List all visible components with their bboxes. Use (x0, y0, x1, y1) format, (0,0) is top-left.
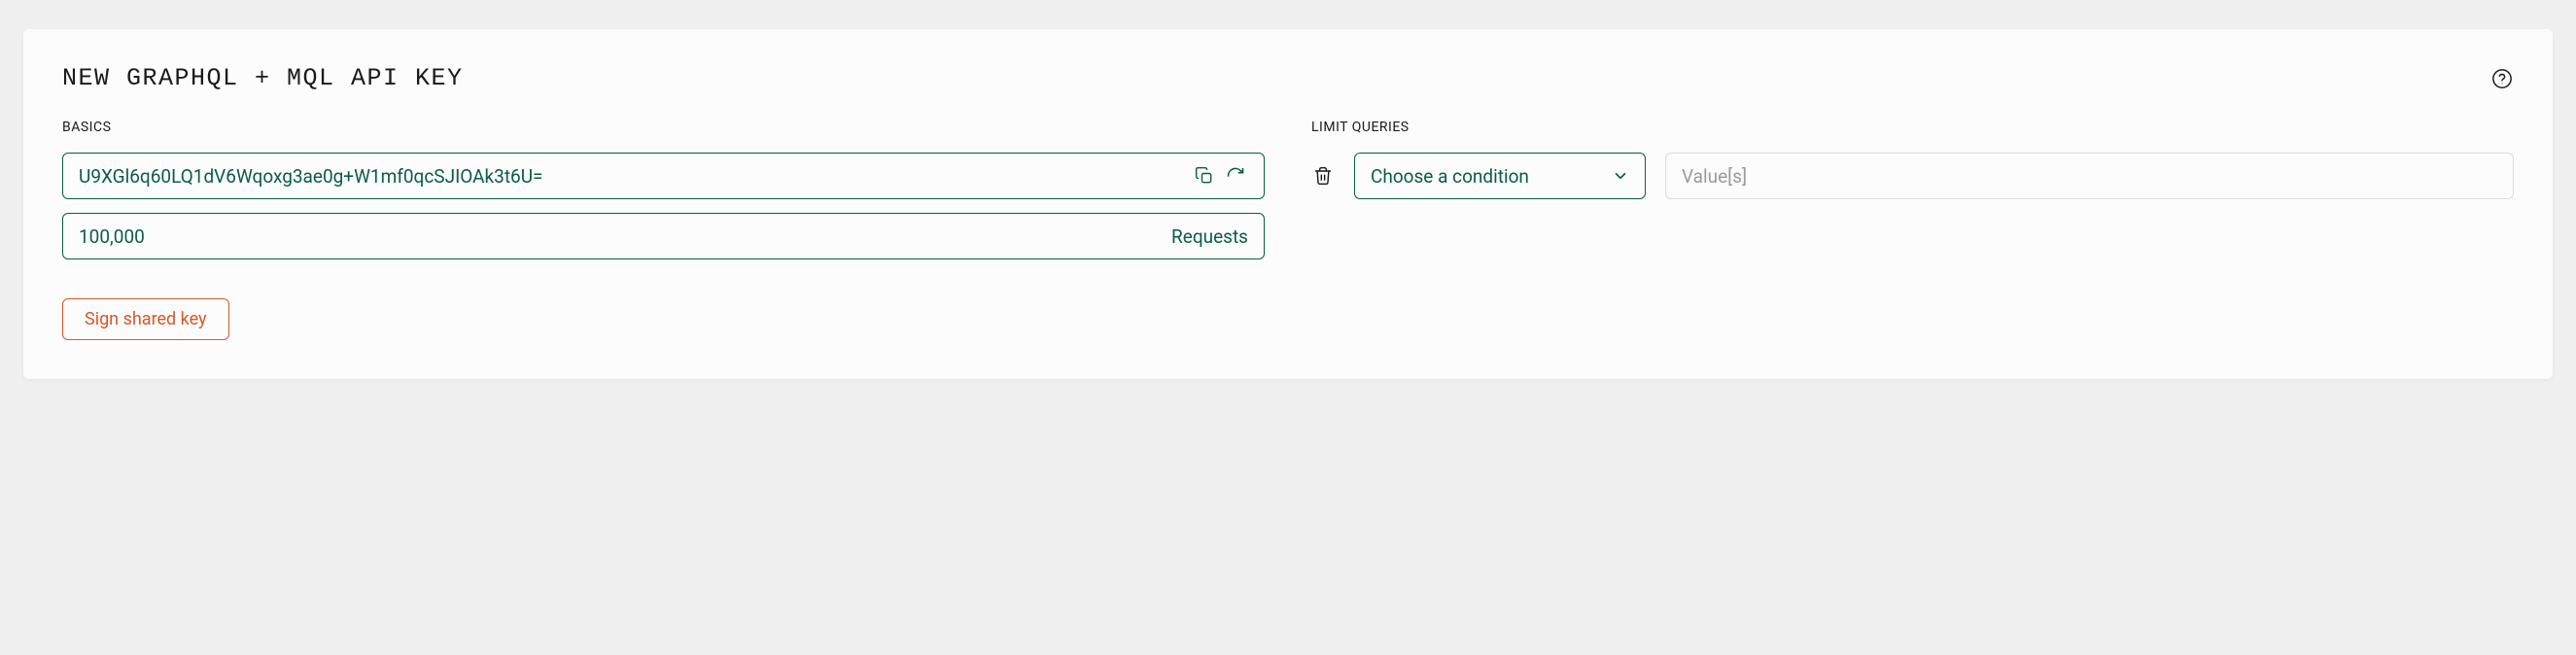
help-button[interactable] (2490, 67, 2514, 90)
regenerate-button[interactable] (1223, 163, 1248, 189)
requests-input[interactable] (79, 225, 1164, 248)
header-row: NEW GRAPHQL + MQL API KEY (62, 64, 2514, 92)
chevron-down-icon (1612, 167, 1629, 185)
basics-label: BASICS (62, 120, 1265, 135)
delete-condition-button[interactable] (1311, 164, 1335, 188)
sign-shared-key-button[interactable]: Sign shared key (62, 298, 229, 340)
trash-icon (1313, 166, 1333, 186)
api-key-input[interactable] (79, 165, 1186, 188)
page-title: NEW GRAPHQL + MQL API KEY (62, 64, 464, 92)
help-icon (2491, 68, 2513, 89)
requests-field-wrapper: Requests (62, 213, 1265, 259)
copy-button[interactable] (1192, 163, 1217, 189)
refresh-icon (1226, 166, 1245, 186)
basics-column: BASICS Requests (62, 120, 1265, 340)
query-row: Choose a condition (1311, 153, 2514, 199)
value-input[interactable] (1665, 153, 2514, 199)
api-key-card: NEW GRAPHQL + MQL API KEY BASICS (23, 29, 2553, 379)
copy-icon (1195, 166, 1214, 186)
columns: BASICS Requests (62, 120, 2514, 340)
condition-select[interactable]: Choose a condition (1354, 153, 1646, 199)
api-key-field-wrapper (62, 153, 1265, 199)
requests-suffix-label: Requests (1171, 225, 1248, 248)
limit-label: LIMIT QUERIES (1311, 120, 2514, 135)
condition-select-label: Choose a condition (1371, 165, 1529, 188)
limit-column: LIMIT QUERIES Choose a condition (1311, 120, 2514, 340)
